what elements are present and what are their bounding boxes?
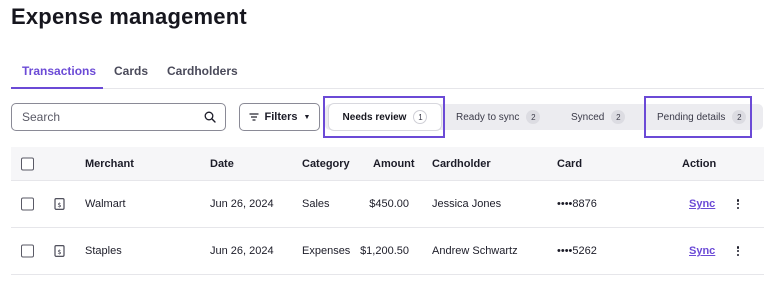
row-checkbox[interactable] xyxy=(21,197,34,211)
status-segmented-control: Needs review 1 Ready to sync 2 Synced 2 … xyxy=(325,104,763,130)
search-input[interactable] xyxy=(22,110,204,124)
sync-link[interactable]: Sync xyxy=(689,198,715,210)
header-cardholder[interactable]: Cardholder xyxy=(432,158,491,170)
header-date[interactable]: Date xyxy=(210,158,234,170)
tab-cards[interactable]: Cards xyxy=(114,64,148,78)
header-card[interactable]: Card xyxy=(557,158,582,170)
receipt-icon[interactable]: $ xyxy=(54,198,65,210)
segment-pending-details[interactable]: Pending details 2 xyxy=(657,104,747,130)
header-category[interactable]: Category xyxy=(302,158,350,170)
amount-cell: $450.00 xyxy=(369,198,409,210)
table-header-row: Merchant Date Category Amount Cardholder… xyxy=(11,147,764,181)
filter-lines-icon xyxy=(249,113,259,121)
svg-text:$: $ xyxy=(57,201,61,209)
segment-ready-to-sync[interactable]: Ready to sync 2 xyxy=(456,104,541,130)
header-action: Action xyxy=(682,157,717,170)
tab-transactions[interactable]: Transactions xyxy=(22,64,96,78)
count-badge: 2 xyxy=(732,110,747,124)
segment-label: Needs review xyxy=(342,111,407,123)
category-cell: Expenses xyxy=(302,245,351,257)
segment-needs-review[interactable]: Needs review 1 xyxy=(329,104,441,130)
header-amount[interactable]: Amount xyxy=(373,158,415,170)
count-badge: 2 xyxy=(526,110,541,124)
amount-cell: $1,200.50 xyxy=(360,245,409,257)
search-icon[interactable] xyxy=(204,111,216,123)
segment-label: Synced xyxy=(571,111,605,123)
card-cell: ••••8876 xyxy=(557,198,597,210)
cardholder-cell: Jessica Jones xyxy=(432,198,502,210)
filters-label: Filters xyxy=(264,111,298,123)
card-cell: ••••5262 xyxy=(557,245,597,257)
tab-cardholders[interactable]: Cardholders xyxy=(167,64,238,78)
page-title: Expense management xyxy=(11,4,247,29)
sync-link[interactable]: Sync xyxy=(689,245,715,257)
segment-synced[interactable]: Synced 2 xyxy=(571,104,626,130)
date-cell: Jun 26, 2024 xyxy=(210,198,274,210)
search-box[interactable] xyxy=(11,103,226,131)
merchant-cell: Staples xyxy=(85,245,122,257)
row-checkbox[interactable] xyxy=(21,244,34,258)
select-all-checkbox[interactable] xyxy=(21,157,34,170)
svg-text:$: $ xyxy=(57,248,61,256)
more-options-icon[interactable] xyxy=(733,244,743,258)
header-merchant[interactable]: Merchant xyxy=(85,158,134,170)
count-badge: 1 xyxy=(413,110,428,124)
more-options-icon[interactable] xyxy=(733,197,743,211)
count-badge: 2 xyxy=(611,110,626,124)
transactions-table: Merchant Date Category Amount Cardholder… xyxy=(11,147,764,275)
category-cell: Sales xyxy=(302,198,330,210)
cardholder-cell: Andrew Schwartz xyxy=(432,245,518,257)
caret-down-icon: ▼ xyxy=(303,113,311,121)
table-row[interactable]: $ Walmart Jun 26, 2024 Sales $450.00 Jes… xyxy=(11,181,764,228)
table-row[interactable]: $ Staples Jun 26, 2024 Expenses $1,200.5… xyxy=(11,228,764,275)
active-tab-indicator xyxy=(11,87,103,89)
filters-button[interactable]: Filters ▼ xyxy=(239,103,320,131)
merchant-cell: Walmart xyxy=(85,198,126,210)
tab-bar: Transactions Cards Cardholders xyxy=(11,58,764,89)
receipt-icon[interactable]: $ xyxy=(54,245,65,257)
segment-label: Pending details xyxy=(657,111,726,123)
segment-label: Ready to sync xyxy=(456,111,520,123)
date-cell: Jun 26, 2024 xyxy=(210,245,274,257)
